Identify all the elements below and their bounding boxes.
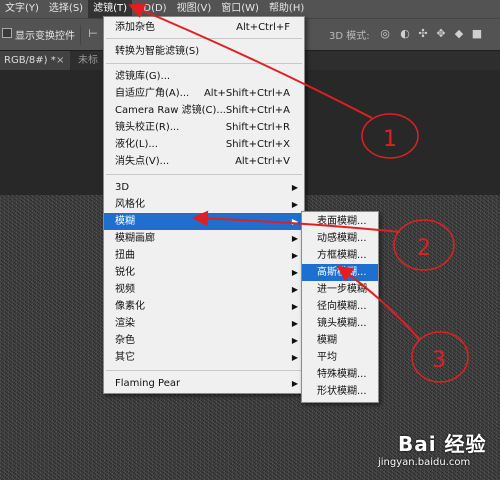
menu-item-liquify[interactable]: 液化(L)... Shift+Ctrl+X	[104, 136, 304, 153]
menu-item-label: 添加杂色	[115, 22, 155, 33]
menu-type[interactable]: 文字(Y)	[0, 0, 44, 18]
menu-item-render[interactable]: 渲染 ▶	[104, 315, 304, 332]
menu-item-shortcut: Shift+Ctrl+X	[225, 139, 290, 150]
menu-item-label: 扭曲	[115, 250, 135, 261]
menu-item-smart-filter[interactable]: 转换为智能滤镜(S)	[104, 43, 304, 60]
menu-item-video[interactable]: 视频 ▶	[104, 281, 304, 298]
close-icon[interactable]: ×	[56, 51, 64, 71]
chevron-right-icon: ▶	[291, 353, 298, 362]
menu-item-label: 3D	[115, 182, 130, 193]
submenu-item-radial-blur[interactable]: 径向模糊...	[302, 298, 378, 315]
slide-3d-icon[interactable]: ◆	[452, 27, 466, 41]
menu-item-adaptive-wide-angle[interactable]: 自适应广角(A)... Alt+Shift+Ctrl+A	[104, 85, 304, 102]
menu-divider	[106, 38, 302, 39]
menu-item-flaming-pear[interactable]: Flaming Pear ▶	[104, 375, 304, 392]
blur-submenu: 表面模糊... 动感模糊... 方框模糊... 高斯模糊... 进一步模糊 径向…	[301, 211, 379, 403]
chevron-right-icon: ▶	[291, 285, 298, 294]
submenu-item-motion-blur[interactable]: 动感模糊...	[302, 230, 378, 247]
chevron-right-icon: ▶	[291, 251, 298, 260]
document-tab-active[interactable]: RGB/8#) * ×	[0, 51, 70, 71]
menu-item-label: 渲染	[115, 318, 135, 329]
transform-controls-checkbox[interactable]	[2, 28, 12, 38]
transform-controls-label: 显示变换控件	[15, 31, 75, 42]
menu-item-pixelate[interactable]: 像素化 ▶	[104, 298, 304, 315]
baidu-jingyan-watermark: Bai 经验 jingyan.baidu.com	[368, 428, 498, 478]
chevron-right-icon: ▶	[291, 183, 298, 192]
chevron-right-icon: ▶	[291, 268, 298, 277]
menu-item-blur-gallery[interactable]: 模糊画廊 ▶	[104, 230, 304, 247]
filter-menu: 添加杂色 Alt+Ctrl+F 转换为智能滤镜(S) 滤镜库(G)... 自适应…	[103, 16, 305, 394]
menu-divider	[106, 63, 302, 64]
menu-item-label: 液化(L)...	[115, 139, 158, 150]
menu-item-lens-correction[interactable]: 镜头校正(R)... Shift+Ctrl+R	[104, 119, 304, 136]
chevron-right-icon: ▶	[291, 234, 298, 243]
submenu-item-blur[interactable]: 模糊	[302, 332, 378, 349]
menu-divider	[106, 174, 302, 175]
menu-item-label: 像素化	[115, 301, 145, 312]
menu-item-vanishing-point[interactable]: 消失点(V)... Alt+Ctrl+V	[104, 153, 304, 170]
menu-item-label: 风格化	[115, 199, 145, 210]
chevron-right-icon: ▶	[291, 336, 298, 345]
chevron-right-icon: ▶	[291, 319, 298, 328]
menu-item-filter-gallery[interactable]: 滤镜库(G)...	[104, 68, 304, 85]
roll-3d-icon[interactable]: ◐	[398, 27, 412, 41]
menu-item-other[interactable]: 其它 ▶	[104, 349, 304, 366]
menu-item-shortcut: Alt+Ctrl+V	[235, 156, 290, 167]
menu-item-3d[interactable]: 3D ▶	[104, 179, 304, 196]
orbit-3d-icon[interactable]: ◎	[378, 27, 392, 41]
document-tab-label: RGB/8#) *	[4, 55, 56, 66]
menu-item-label: 杂色	[115, 335, 135, 346]
menu-item-shortcut: Shift+Ctrl+A	[225, 105, 290, 116]
menu-item-camera-raw[interactable]: Camera Raw 滤镜(C)... Shift+Ctrl+A	[104, 102, 304, 119]
menu-item-stylize[interactable]: 风格化 ▶	[104, 196, 304, 213]
chevron-right-icon: ▶	[291, 302, 298, 311]
chevron-right-icon: ▶	[291, 217, 298, 226]
menu-item-sharpen[interactable]: 锐化 ▶	[104, 264, 304, 281]
menu-item-label: 模糊	[115, 216, 135, 227]
submenu-item-gaussian-blur[interactable]: 高斯模糊...	[302, 264, 378, 281]
menu-item-label: 转换为智能滤镜(S)	[115, 46, 200, 57]
menu-item-shortcut: Alt+Shift+Ctrl+A	[203, 88, 290, 99]
menu-item-blur[interactable]: 模糊 ▶	[104, 213, 304, 230]
submenu-item-blur-more[interactable]: 进一步模糊	[302, 281, 378, 298]
menu-select[interactable]: 选择(S)	[44, 0, 88, 18]
watermark-brand: Bai 经验	[398, 432, 487, 456]
menu-item-label: 锐化	[115, 267, 135, 278]
drag-3d-icon[interactable]: ✣	[416, 27, 430, 41]
submenu-item-average[interactable]: 平均	[302, 349, 378, 366]
options-divider	[80, 25, 81, 45]
menu-item-shortcut: Alt+Ctrl+F	[236, 22, 290, 33]
submenu-item-surface-blur[interactable]: 表面模糊...	[302, 213, 378, 230]
chevron-right-icon: ▶	[291, 200, 298, 209]
menu-item-label: Flaming Pear	[115, 378, 181, 389]
menu-divider	[106, 370, 302, 371]
menu-item-shortcut: Shift+Ctrl+R	[225, 122, 290, 133]
watermark-url: jingyan.baidu.com	[378, 457, 471, 468]
menu-item-add-noise[interactable]: 添加杂色 Alt+Ctrl+F	[104, 19, 304, 36]
3d-mode-label: 3D 模式:	[329, 31, 370, 42]
menu-item-distort[interactable]: 扭曲 ▶	[104, 247, 304, 264]
submenu-item-shape-blur[interactable]: 形状模糊...	[302, 383, 378, 400]
menu-item-label: 视频	[115, 284, 135, 295]
submenu-item-lens-blur[interactable]: 镜头模糊...	[302, 315, 378, 332]
submenu-item-smart-blur[interactable]: 特殊模糊...	[302, 366, 378, 383]
menu-item-label: 模糊画廊	[115, 233, 155, 244]
menu-item-label: 消失点(V)...	[115, 156, 170, 167]
menu-item-label: Camera Raw 滤镜(C)...	[115, 105, 226, 116]
menu-item-label: 其它	[115, 352, 135, 363]
menu-item-label: 镜头校正(R)...	[115, 122, 180, 133]
pan-3d-icon[interactable]: ✥	[434, 27, 448, 41]
submenu-item-box-blur[interactable]: 方框模糊...	[302, 247, 378, 264]
chevron-right-icon: ▶	[291, 379, 298, 388]
menu-item-noise[interactable]: 杂色 ▶	[104, 332, 304, 349]
menu-item-label: 自适应广角(A)...	[115, 88, 190, 99]
align-left-icon[interactable]: ⊢	[86, 27, 100, 41]
menu-item-label: 滤镜库(G)...	[115, 71, 171, 82]
scale-3d-icon[interactable]: ■	[470, 27, 484, 41]
